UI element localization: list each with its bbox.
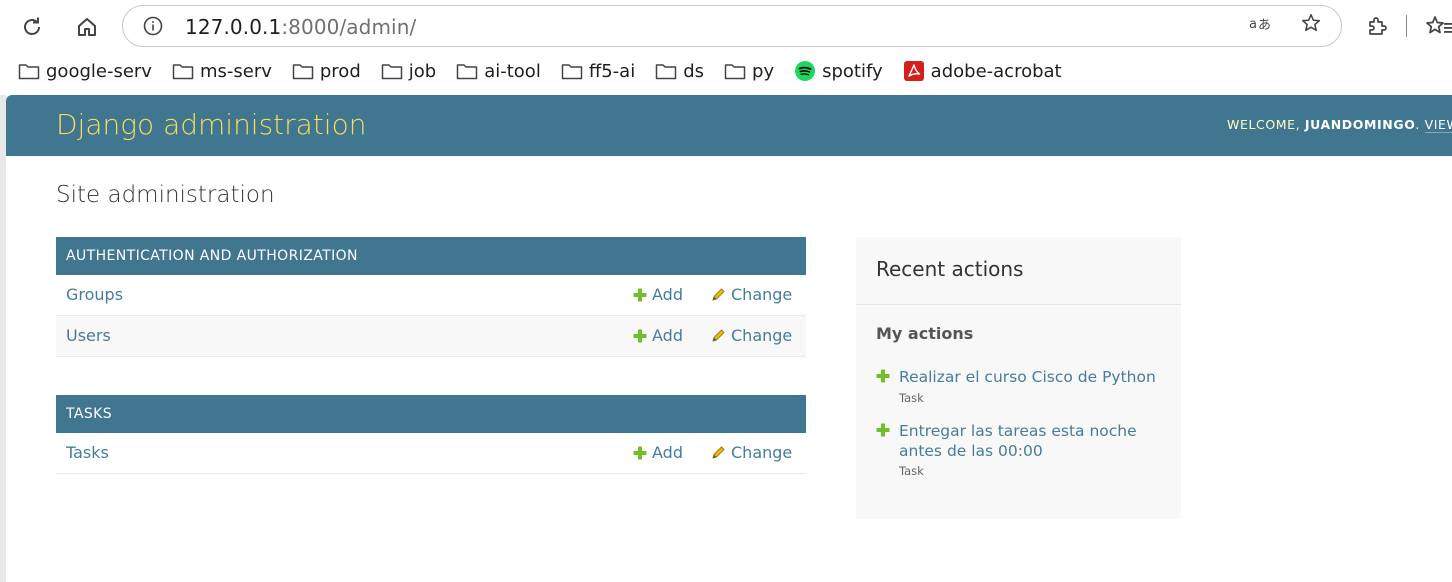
bookmark-ds[interactable]: ds <box>655 61 704 82</box>
folder-icon <box>724 64 746 80</box>
plus-icon <box>633 446 647 459</box>
module-caption[interactable]: TASKS <box>56 395 806 433</box>
change-label: Change <box>731 285 793 304</box>
model-link-tasks[interactable]: Tasks <box>66 443 109 462</box>
bookmark-label: ds <box>683 60 705 82</box>
table-row: Tasks Add Change <box>56 433 806 474</box>
recent-actions-title: Recent actions <box>876 257 1024 281</box>
reload-icon <box>24 17 40 35</box>
page-edge <box>0 95 6 582</box>
change-tasks-link[interactable]: Change <box>711 443 792 462</box>
addition-icon <box>876 369 890 383</box>
reload-button[interactable] <box>17 12 47 42</box>
change-users-link[interactable]: Change <box>711 326 792 345</box>
bookmark-label: ai-tool <box>484 60 541 82</box>
module-caption[interactable]: AUTHENTICATION AND AUTHORIZATION <box>56 237 806 275</box>
bookmark-label: ms-serv <box>199 60 272 82</box>
recent-actions-panel: Recent actions My actions Realizar el cu… <box>856 237 1181 519</box>
divider <box>856 304 1181 305</box>
bookmark-label: job <box>408 60 437 82</box>
translate-icon: aあ <box>1249 17 1271 32</box>
pencil-icon <box>712 446 725 459</box>
module-authentication: AUTHENTICATION AND AUTHORIZATION Groups … <box>56 237 806 357</box>
action-link[interactable]: Realizar el curso Cisco de Python <box>899 367 1159 387</box>
add-label: Add <box>652 326 683 345</box>
admin-header: Django administration WELCOME, JUANDOMIN… <box>6 95 1452 156</box>
url-path: :8000/admin/ <box>281 15 417 39</box>
change-label: Change <box>731 326 793 345</box>
my-actions-heading: My actions <box>876 324 974 343</box>
url-host: 127.0.0.1 <box>185 15 282 39</box>
change-groups-link[interactable]: Change <box>711 285 792 304</box>
bookmark-label: prod <box>319 60 361 82</box>
svg-text:あ: あ <box>1258 18 1271 32</box>
add-label: Add <box>652 285 683 304</box>
welcome-text: WELCOME, <box>1227 117 1305 132</box>
favorites-button[interactable] <box>1425 12 1452 40</box>
folder-icon <box>456 64 478 80</box>
user-tools: WELCOME, JUANDOMINGO. VIEW <box>1227 117 1452 133</box>
username: JUANDOMINGO <box>1304 117 1416 132</box>
model-link-users[interactable]: Users <box>66 326 111 345</box>
bookmark-ff5-ai[interactable]: ff5-ai <box>561 61 635 82</box>
folder-icon <box>561 64 583 80</box>
folder-icon <box>655 64 677 80</box>
browser-toolbar: 127.0.0.1:8000/admin/ aあ google-serv ms-… <box>0 0 1452 95</box>
bookmarks-bar: google-serv ms-serv prod job ai-tool ff5… <box>18 58 1082 84</box>
table-row: Users Add Change <box>56 316 806 357</box>
folder-icon <box>172 64 194 80</box>
extensions-button[interactable] <box>1365 12 1389 40</box>
action-type: Task <box>899 391 924 405</box>
module-tasks: TASKS Tasks Add Change <box>56 395 806 474</box>
acrobat-icon <box>903 61 924 81</box>
bookmark-star-button[interactable] <box>1298 12 1324 34</box>
folder-icon <box>18 64 40 80</box>
bookmark-label: spotify <box>822 60 883 82</box>
bookmark-prod[interactable]: prod <box>292 61 361 82</box>
add-label: Add <box>652 443 683 462</box>
action-link[interactable]: Entregar las tareas esta noche antes de … <box>899 421 1159 461</box>
site-info-icon[interactable] <box>143 16 163 36</box>
folder-icon <box>381 64 402 80</box>
spotify-icon <box>795 61 816 81</box>
puzzle-icon <box>1369 17 1387 35</box>
folder-icon <box>292 64 314 80</box>
url-text: 127.0.0.1:8000/admin/ <box>185 15 416 39</box>
bookmark-py[interactable]: py <box>724 61 774 82</box>
action-type: Task <box>899 464 924 478</box>
address-bar[interactable]: 127.0.0.1:8000/admin/ <box>122 5 1342 47</box>
change-label: Change <box>731 443 793 462</box>
addition-icon <box>876 423 890 437</box>
bookmark-label: py <box>752 60 775 82</box>
model-link-groups[interactable]: Groups <box>66 285 123 304</box>
bookmark-label: ff5-ai <box>588 60 636 82</box>
user-tools-separator: . <box>1415 117 1425 132</box>
plus-icon <box>633 288 647 301</box>
bookmark-label: google-serv <box>46 60 152 82</box>
table-row: Groups Add Change <box>56 275 806 316</box>
pencil-icon <box>712 288 725 301</box>
site-branding[interactable]: Django administration <box>56 108 366 141</box>
add-groups-link[interactable]: Add <box>633 285 683 304</box>
bookmark-adobe-acrobat[interactable]: adobe-acrobat <box>903 60 1062 82</box>
plus-icon <box>633 329 647 342</box>
bookmark-ms-serv[interactable]: ms-serv <box>172 61 272 82</box>
add-users-link[interactable]: Add <box>633 326 683 345</box>
bookmark-job[interactable]: job <box>381 61 436 82</box>
svg-text:a: a <box>1249 17 1257 32</box>
favorites-icon <box>1426 16 1452 34</box>
bookmark-label: adobe-acrobat <box>930 60 1062 82</box>
home-icon <box>78 18 96 36</box>
add-tasks-link[interactable]: Add <box>633 443 683 462</box>
bookmark-google-serv[interactable]: google-serv <box>18 61 152 82</box>
bookmark-spotify[interactable]: spotify <box>794 60 883 82</box>
pencil-icon <box>712 329 725 342</box>
toolbar-separator <box>1406 15 1407 37</box>
page-title: Site administration <box>56 182 275 208</box>
translate-button[interactable]: aあ <box>1248 12 1274 34</box>
bookmark-ai-tool[interactable]: ai-tool <box>456 61 541 82</box>
star-icon <box>1301 13 1321 32</box>
view-site-link[interactable]: VIEW <box>1424 117 1452 133</box>
home-button[interactable] <box>72 12 102 42</box>
